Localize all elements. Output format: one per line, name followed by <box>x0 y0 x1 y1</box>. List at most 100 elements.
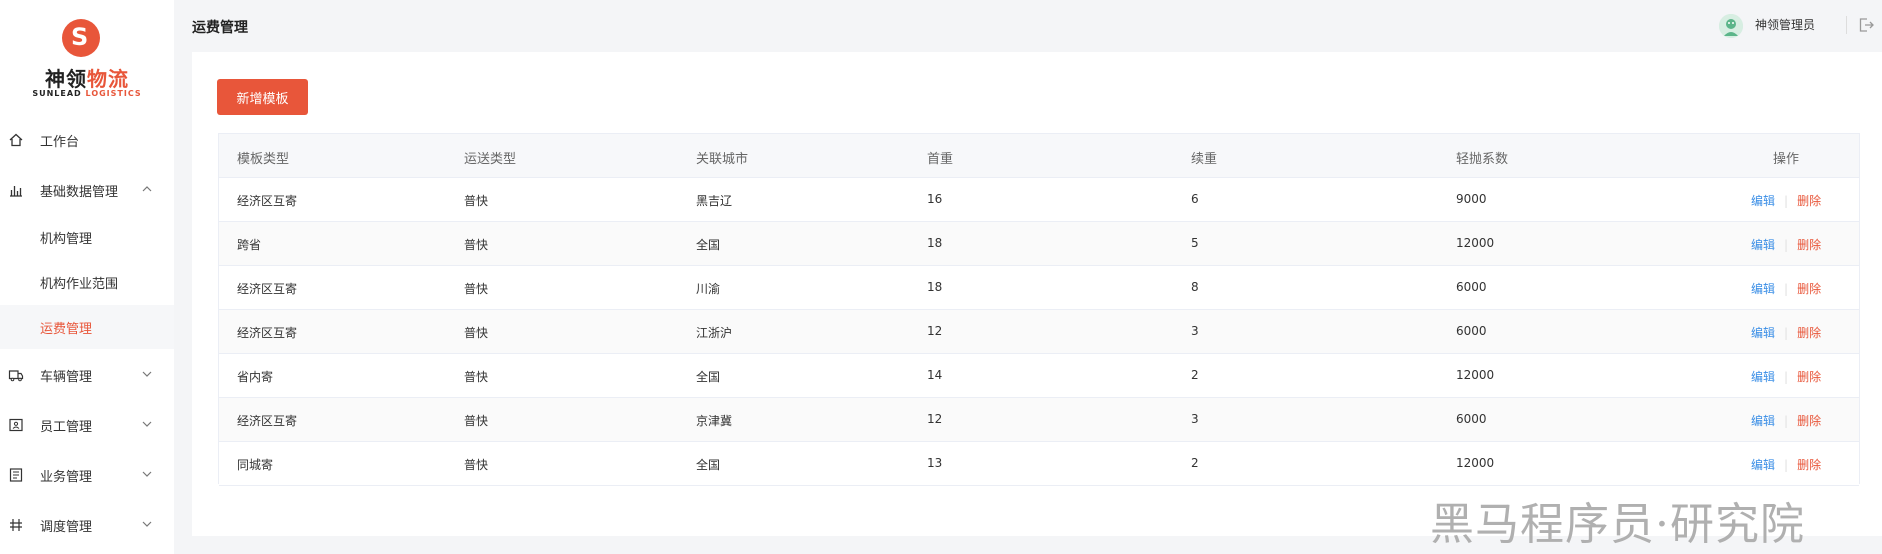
table-cell: 13 <box>927 456 943 470</box>
sidebar-subitem-org-scope[interactable]: 机构作业范围 <box>0 260 174 304</box>
table-cell: 经济区互寄 <box>237 282 298 296</box>
sidebar-item-vehicles[interactable]: 车辆管理 <box>0 353 174 397</box>
chevron-down-icon <box>142 471 152 477</box>
sidebar-item-employees[interactable]: 员工管理 <box>0 403 174 447</box>
sidebar-item-label: 基础数据管理 <box>40 185 119 200</box>
table-cell: 6000 <box>1456 412 1487 426</box>
row-actions: 编辑 | 删除 <box>1751 456 1821 473</box>
sidebar-item-workbench[interactable]: 工作台 <box>0 118 174 162</box>
table-cell: 8 <box>1191 280 1199 294</box>
table-cell: 江浙沪 <box>696 326 733 340</box>
delete-link[interactable]: 删除 <box>1797 370 1821 384</box>
sidebar-item-label: 员工管理 <box>40 420 93 435</box>
edit-link[interactable]: 编辑 <box>1751 370 1775 384</box>
action-separator: | <box>1784 326 1789 340</box>
table-row: 同城寄 普快 全国 13 2 12000 编辑 | 删除 <box>219 442 1859 486</box>
column-header: 运送类型 <box>464 152 517 167</box>
sidebar-item-basic-data[interactable]: 基础数据管理 <box>0 168 174 212</box>
row-actions: 编辑 | 删除 <box>1751 324 1821 341</box>
sidebar-item-label: 业务管理 <box>40 470 93 485</box>
sidebar-item-dispatch[interactable]: 调度管理 <box>0 503 174 547</box>
table-cell: 黑吉辽 <box>696 194 733 208</box>
sidebar-item-label: 车辆管理 <box>40 370 93 385</box>
action-separator: | <box>1784 458 1789 472</box>
delete-link[interactable]: 删除 <box>1797 414 1821 428</box>
delete-link[interactable]: 删除 <box>1797 194 1821 208</box>
table-cell: 普快 <box>464 458 489 472</box>
sidebar-item-label: 工作台 <box>40 135 80 150</box>
table-row: 经济区互寄 普快 京津冀 12 3 6000 编辑 | 删除 <box>219 398 1859 442</box>
table-cell: 3 <box>1191 324 1199 338</box>
table-row: 经济区互寄 普快 川渝 18 8 6000 编辑 | 删除 <box>219 266 1859 310</box>
table-cell: 6 <box>1191 192 1199 206</box>
column-header: 关联城市 <box>696 152 749 167</box>
table-cell: 普快 <box>464 282 489 296</box>
sidebar-item-business[interactable]: 业务管理 <box>0 453 174 497</box>
delete-link[interactable]: 删除 <box>1797 282 1821 296</box>
table-cell: 经济区互寄 <box>237 414 298 428</box>
table-header: 模板类型 运送类型 关联城市 首重 续重 轻抛系数 操作 <box>219 134 1859 178</box>
delete-link[interactable]: 删除 <box>1797 458 1821 472</box>
chevron-down-icon <box>142 421 152 427</box>
table-row: 跨省 普快 全国 18 5 12000 编辑 | 删除 <box>219 222 1859 266</box>
table-cell: 12000 <box>1456 456 1495 470</box>
table-cell: 京津冀 <box>696 414 733 428</box>
table-cell: 5 <box>1191 236 1199 250</box>
table-cell: 9000 <box>1456 192 1487 206</box>
table-cell: 普快 <box>464 194 489 208</box>
sidebar: S 神领物流 SUNLEAD LOGISTICS 工作台 基础数据管理 机构管理… <box>0 0 174 554</box>
column-header: 模板类型 <box>237 152 290 167</box>
table-cell: 全国 <box>696 370 721 384</box>
table-cell: 2 <box>1191 456 1199 470</box>
edit-link[interactable]: 编辑 <box>1751 326 1775 340</box>
brand-name-cn: 神领物流 <box>45 67 129 91</box>
table-cell: 经济区互寄 <box>237 194 298 208</box>
action-separator: | <box>1784 194 1789 208</box>
table-cell: 16 <box>927 192 943 206</box>
sidebar-subitem-label: 机构管理 <box>40 232 93 247</box>
edit-link[interactable]: 编辑 <box>1751 194 1775 208</box>
sidebar-subitem-org[interactable]: 机构管理 <box>0 215 174 259</box>
watermark: 黑马程序员·研究院 <box>1430 499 1805 550</box>
edit-link[interactable]: 编辑 <box>1751 458 1775 472</box>
page-title: 运费管理 <box>192 20 248 36</box>
table-cell: 12 <box>927 412 943 426</box>
table-cell: 同城寄 <box>237 458 274 472</box>
column-header: 续重 <box>1191 152 1218 167</box>
column-header: 首重 <box>927 152 954 167</box>
table-cell: 普快 <box>464 370 489 384</box>
table-cell: 省内寄 <box>237 370 274 384</box>
table-cell: 3 <box>1191 412 1199 426</box>
truck-icon <box>8 370 24 382</box>
bar-chart-icon <box>10 186 22 197</box>
row-actions: 编辑 | 删除 <box>1751 412 1821 429</box>
table-cell: 12000 <box>1456 236 1495 250</box>
table-row: 经济区互寄 普快 江浙沪 12 3 6000 编辑 | 删除 <box>219 310 1859 354</box>
id-card-icon <box>9 418 23 432</box>
chevron-down-icon <box>142 371 152 377</box>
table-cell: 18 <box>927 236 943 250</box>
edit-link[interactable]: 编辑 <box>1751 414 1775 428</box>
column-header: 轻抛系数 <box>1456 152 1509 167</box>
dispatch-icon <box>10 519 22 531</box>
delete-link[interactable]: 删除 <box>1797 326 1821 340</box>
row-actions: 编辑 | 删除 <box>1751 192 1821 209</box>
add-template-button[interactable]: 新增模板 <box>217 79 308 115</box>
edit-link[interactable]: 编辑 <box>1751 282 1775 296</box>
logout-icon[interactable] <box>1857 16 1875 34</box>
avatar[interactable] <box>1719 14 1743 38</box>
header-divider <box>1846 16 1847 34</box>
table-cell: 18 <box>927 280 943 294</box>
sidebar-subitem-freight[interactable]: 运费管理 <box>0 305 174 349</box>
table-cell: 普快 <box>464 326 489 340</box>
row-actions: 编辑 | 删除 <box>1751 368 1821 385</box>
table-cell: 川渝 <box>696 282 721 296</box>
table-cell: 12000 <box>1456 368 1495 382</box>
delete-link[interactable]: 删除 <box>1797 238 1821 252</box>
action-separator: | <box>1784 370 1789 384</box>
table-row: 省内寄 普快 全国 14 2 12000 编辑 | 删除 <box>219 354 1859 398</box>
user-name[interactable]: 神领管理员 <box>1755 16 1815 33</box>
home-icon <box>9 133 23 147</box>
action-separator: | <box>1784 282 1789 296</box>
edit-link[interactable]: 编辑 <box>1751 238 1775 252</box>
